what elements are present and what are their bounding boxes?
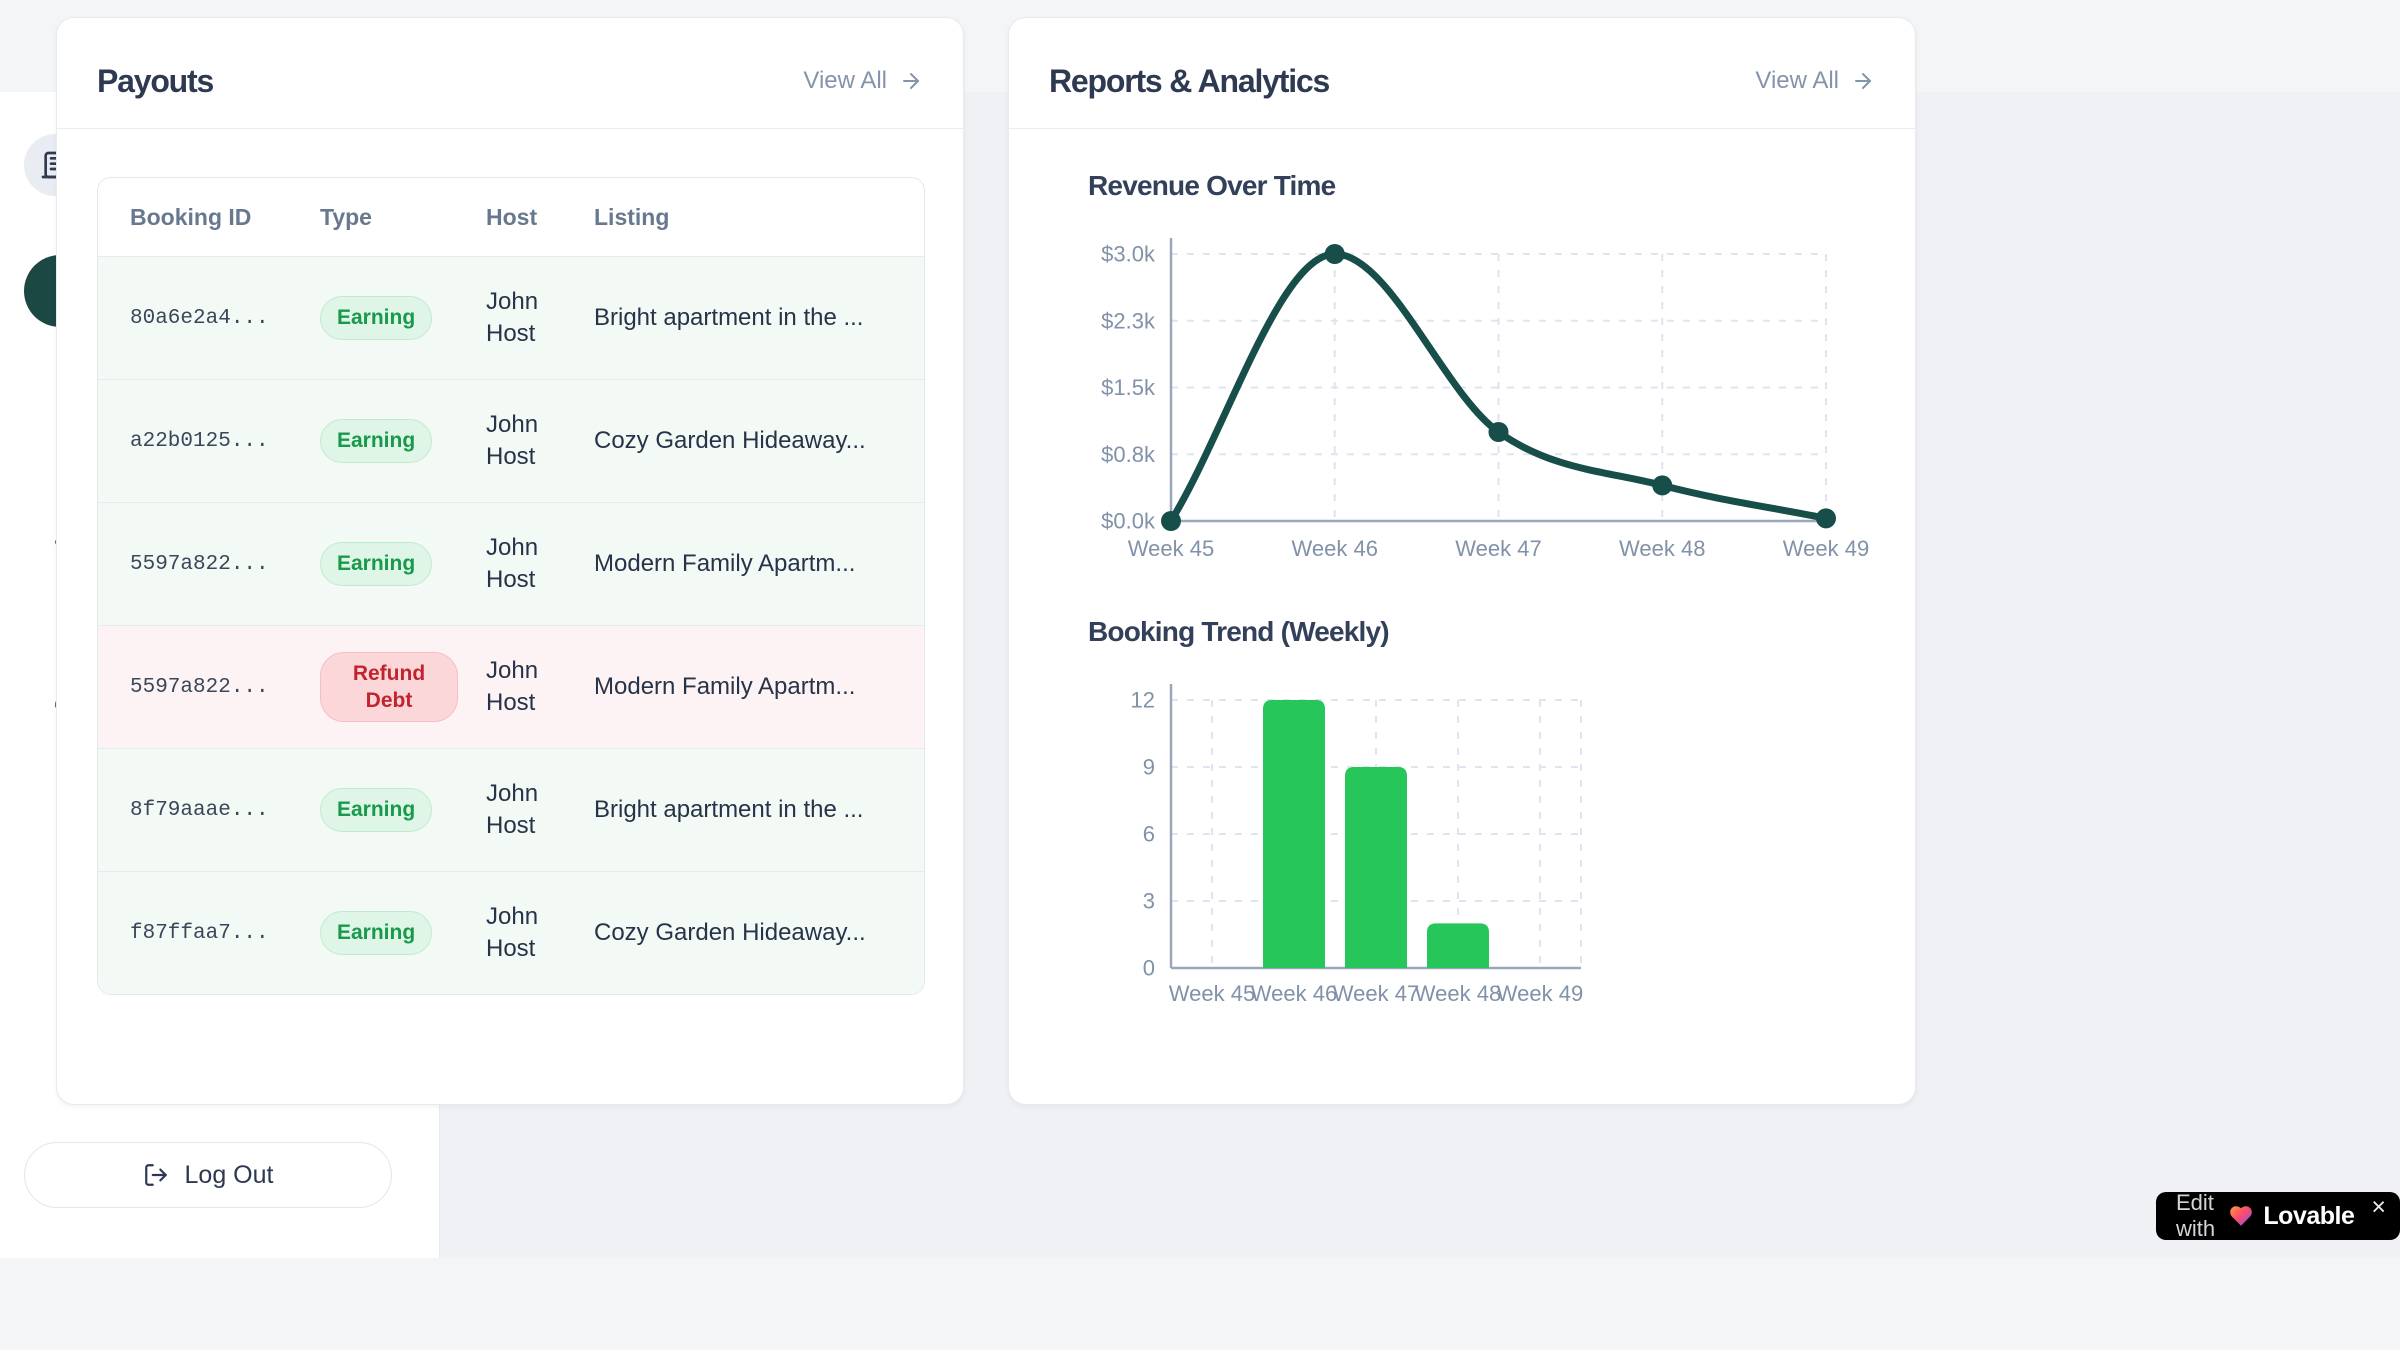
view-all-label: View All xyxy=(1755,67,1839,95)
listing-cell: Bright apartment in the ... xyxy=(594,796,924,824)
type-badge: Refund Debt xyxy=(320,652,458,723)
svg-text:Week 45: Week 45 xyxy=(1169,981,1255,1006)
heart-icon xyxy=(2228,1203,2254,1229)
lovable-badge[interactable]: Edit with Lovable × xyxy=(2156,1192,2400,1240)
svg-text:$0.8k: $0.8k xyxy=(1101,442,1156,467)
payouts-table: Booking IDTypeHostListing 80a6e2a4...Ear… xyxy=(97,177,925,995)
type-cell: Earning xyxy=(320,542,486,585)
host-cell: John Host xyxy=(486,655,586,720)
type-cell: Earning xyxy=(320,911,486,954)
lovable-prefix: Edit with xyxy=(2176,1190,2219,1242)
svg-text:$2.3k: $2.3k xyxy=(1101,308,1156,333)
column-header: Booking ID xyxy=(98,204,320,231)
reports-view-all-link[interactable]: View All xyxy=(1755,67,1875,95)
svg-text:Week 46: Week 46 xyxy=(1251,981,1337,1006)
svg-text:$1.5k: $1.5k xyxy=(1101,375,1156,400)
payouts-view-all-link[interactable]: View All xyxy=(803,67,923,95)
host-cell: John Host xyxy=(486,532,586,597)
host-cell: John Host xyxy=(486,778,586,843)
reports-title: Reports & Analytics xyxy=(1049,63,1329,100)
column-header: Host xyxy=(486,204,594,231)
booking-id-cell: 5597a822... xyxy=(98,676,320,699)
logout-button[interactable]: Log Out xyxy=(24,1142,392,1208)
listing-cell: Bright apartment in the ... xyxy=(594,304,924,332)
svg-text:9: 9 xyxy=(1143,755,1155,780)
type-badge: Earning xyxy=(320,788,432,831)
booking-bar-chart: 0 3 6 9 12 Week 45Week 46Week 47Week 48Week 4… xyxy=(1009,663,1917,1018)
svg-text:Week 46: Week 46 xyxy=(1292,536,1378,561)
svg-text:$0.0k: $0.0k xyxy=(1101,509,1156,534)
table-row[interactable]: a22b0125...Earning John Host Cozy Garden H… xyxy=(98,380,924,503)
svg-text:Week 48: Week 48 xyxy=(1619,536,1705,561)
table-body: 80a6e2a4...EarningJohn HostBright apartm… xyxy=(98,257,924,994)
listing-cell: Modern Family Apartm... xyxy=(594,673,924,701)
host-cell: John Host xyxy=(486,409,586,474)
type-cell: Earning xyxy=(320,296,486,339)
type-badge: Earning xyxy=(320,419,432,462)
payouts-card-header: Payouts View All xyxy=(57,18,963,129)
arrow-right-icon xyxy=(1851,69,1875,93)
listing-cell: Modern Family Apartm... xyxy=(594,550,924,578)
column-header: Type xyxy=(320,204,486,231)
bottom-strip xyxy=(0,1258,2400,1350)
payouts-card: Payouts View All Booking IDTypeHostListi… xyxy=(56,17,964,1105)
table-row[interactable]: 5597a822...Earning John Host Modern Family… xyxy=(98,503,924,626)
view-all-label: View All xyxy=(803,67,887,95)
svg-text:Week 47: Week 47 xyxy=(1333,981,1419,1006)
svg-text:0: 0 xyxy=(1143,956,1155,981)
revenue-chart-title: Revenue Over Time xyxy=(1088,170,1335,202)
booking-id-cell: 5597a822... xyxy=(98,553,320,576)
type-badge: Earning xyxy=(320,542,432,585)
booking-id-cell: 8f79aaae... xyxy=(98,799,320,822)
svg-text:Week 49: Week 49 xyxy=(1497,981,1583,1006)
reports-card-header: Reports & Analytics View All xyxy=(1009,18,1915,129)
host-cell: John Host xyxy=(486,286,586,351)
svg-text:12: 12 xyxy=(1131,688,1155,713)
logout-label: Log Out xyxy=(185,1161,274,1190)
svg-text:Week 48: Week 48 xyxy=(1415,981,1501,1006)
arrow-right-icon xyxy=(899,69,923,93)
svg-text:Week 47: Week 47 xyxy=(1455,536,1541,561)
table-row[interactable]: 8f79aaae...Earning John Host Bright apartm… xyxy=(98,749,924,872)
payouts-title: Payouts xyxy=(97,63,213,100)
booking-id-cell: f87ffaa7... xyxy=(98,922,320,945)
svg-text:$3.0k: $3.0k xyxy=(1101,242,1156,267)
svg-text:Week 45: Week 45 xyxy=(1128,536,1214,561)
type-cell: Earning xyxy=(320,788,486,831)
booking-id-cell: 80a6e2a4... xyxy=(98,307,320,330)
svg-text:3: 3 xyxy=(1143,889,1155,914)
close-icon[interactable]: × xyxy=(2371,1195,2386,1220)
host-cell: John Host xyxy=(486,901,586,966)
listing-cell: Cozy Garden Hideaway... xyxy=(594,427,924,455)
type-badge: Earning xyxy=(320,911,432,954)
listing-cell: Cozy Garden Hideaway... xyxy=(594,919,924,947)
reports-card: Reports & Analytics View All Revenue Ove… xyxy=(1008,17,1916,1105)
logout-icon xyxy=(143,1162,169,1188)
type-cell: Earning xyxy=(320,419,486,462)
column-header: Listing xyxy=(594,204,924,231)
lovable-brand: Lovable xyxy=(2263,1202,2354,1231)
table-row[interactable]: f87ffaa7...Earning John Host Cozy Garden H… xyxy=(98,872,924,994)
booking-chart-title: Booking Trend (Weekly) xyxy=(1088,616,1389,648)
table-header-row: Booking IDTypeHostListing xyxy=(98,178,924,257)
table-row[interactable]: 5597a822...Refund Debt John Host Modern Fa… xyxy=(98,626,924,749)
svg-text:6: 6 xyxy=(1143,822,1155,847)
revenue-line-chart: $0.0k $0.8k $1.5k $2.3k $3.0k Week 45 Week 46 W… xyxy=(1009,218,1917,573)
svg-text:Week 49: Week 49 xyxy=(1783,536,1869,561)
table-row[interactable]: 80a6e2a4...Earning John Host Bright apartm… xyxy=(98,257,924,380)
type-cell: Refund Debt xyxy=(320,652,486,723)
booking-id-cell: a22b0125... xyxy=(98,430,320,453)
type-badge: Earning xyxy=(320,296,432,339)
